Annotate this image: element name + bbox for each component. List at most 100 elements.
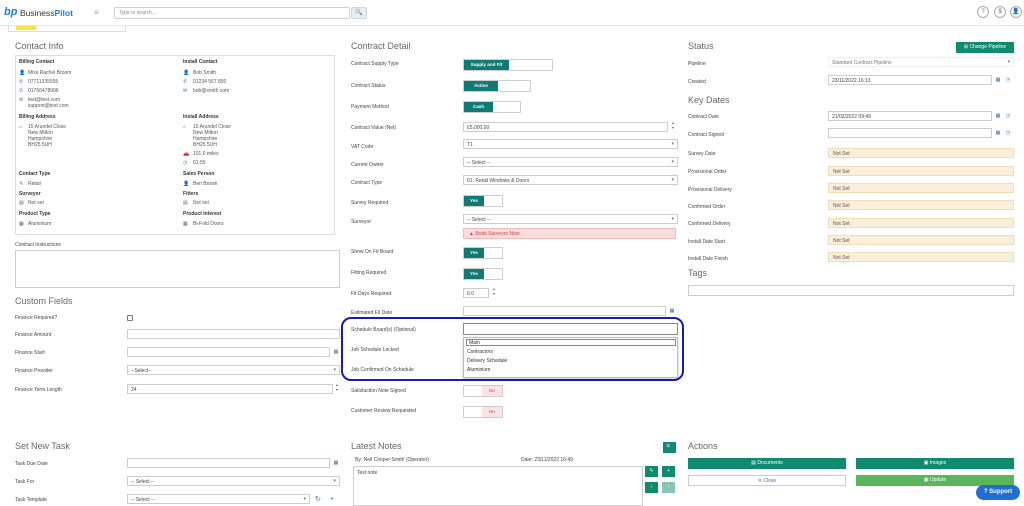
contract-type-label: Contract Type: [351, 180, 383, 186]
email-icon: ✉: [19, 97, 24, 103]
contract-value-field[interactable]: £5,000.00: [463, 122, 668, 132]
dropdown-option-contractors[interactable]: Contractors: [467, 349, 493, 355]
payment-method-value: Cash: [464, 102, 493, 112]
fitting-required-toggle[interactable]: Yes: [463, 268, 503, 280]
install-distance: 101.0 miles: [193, 151, 219, 157]
calendar-icon[interactable]: ▦: [994, 76, 1002, 85]
contact-type-heading: Contact Type: [19, 171, 51, 177]
contract-signed-field[interactable]: [828, 128, 992, 138]
dropdown-option-main[interactable]: Main: [466, 339, 676, 346]
support-label: Support: [989, 489, 1013, 495]
survey-required-toggle[interactable]: Yes: [463, 195, 503, 207]
stepper-icon[interactable]: ▲ ▼: [334, 383, 340, 395]
satisfaction-value: No: [482, 386, 502, 396]
fit-days-field[interactable]: 0.0: [463, 288, 489, 298]
provisional-order-value[interactable]: Not Set: [828, 166, 1014, 176]
calendar-icon[interactable]: ▦: [332, 459, 340, 468]
refresh-icon[interactable]: ↻: [314, 495, 322, 504]
survey-date-value[interactable]: Not Set: [828, 148, 1014, 158]
clock-icon[interactable]: ◷: [1004, 129, 1012, 138]
vat-code-select[interactable]: T1: [463, 139, 678, 149]
support-button[interactable]: ? Support: [976, 485, 1020, 500]
task-template-select[interactable]: -- Select --: [127, 494, 310, 504]
documents-button[interactable]: ▤ Documents: [688, 458, 846, 469]
note-textarea[interactable]: Test note: [353, 466, 643, 506]
task-due-date-field[interactable]: [127, 458, 330, 468]
billing-phone2[interactable]: 01766478996: [28, 88, 59, 94]
dropdown-option-delivery[interactable]: Delivery Schedule: [467, 358, 507, 364]
satisfaction-label: Satisfaction Note Signed: [351, 388, 406, 394]
finance-required-checkbox[interactable]: [127, 315, 133, 321]
close-button[interactable]: ✕ Close: [688, 475, 846, 486]
change-pipeline-button[interactable]: ⊞ Change Pipeline: [956, 42, 1014, 53]
help-icon[interactable]: ?: [977, 6, 989, 18]
install-finish-value[interactable]: Not Set: [828, 252, 1014, 262]
search-notes-button[interactable]: 🔍: [663, 442, 676, 453]
user-icon[interactable]: 👤: [1010, 6, 1022, 18]
surveyor-select[interactable]: -- Select --: [463, 214, 678, 224]
show-fit-board-toggle[interactable]: Yes: [463, 247, 503, 259]
images-button[interactable]: ▣ Images: [856, 458, 1014, 469]
dropdown-option-aluminium[interactable]: Aluminium: [467, 367, 490, 373]
add-icon[interactable]: +: [328, 495, 336, 504]
clock-icon[interactable]: ◷: [1004, 112, 1012, 121]
created-field[interactable]: 23/11/2022 16:13: [828, 75, 992, 85]
logo-mark[interactable]: bp: [4, 6, 17, 18]
product-type-value: Aluminium: [28, 221, 52, 227]
book-surveyor-alert[interactable]: ▲ Book Surveyor Now: [463, 228, 676, 239]
finance-term-field[interactable]: 24: [127, 384, 333, 394]
install-start-value[interactable]: Not Set: [828, 235, 1014, 245]
tags-input[interactable]: [688, 285, 1014, 296]
satisfaction-toggle[interactable]: No: [463, 385, 503, 397]
search-icon[interactable]: 🔍: [351, 7, 367, 19]
contract-detail-title: Contract Detail: [351, 41, 411, 51]
contract-date-field[interactable]: 21/02/2022 09:49: [828, 111, 992, 121]
install-address-heading: Install Address: [183, 114, 219, 120]
provisional-delivery-value[interactable]: Not Set: [828, 183, 1014, 193]
payment-method-toggle[interactable]: Cash: [463, 101, 521, 113]
task-due-date-label: Task Due Date: [15, 461, 48, 467]
logo-text[interactable]: BusinessPilot: [20, 8, 73, 18]
billing-email2[interactable]: support@test.com: [28, 103, 69, 109]
finance-start-field[interactable]: [127, 347, 330, 357]
stepper-icon[interactable]: ▲ ▼: [491, 287, 497, 299]
billing-phone1[interactable]: 07711335555: [28, 79, 58, 85]
add-note-button[interactable]: +: [662, 466, 675, 477]
provisional-order-label: Provisional Order: [688, 169, 727, 175]
id-card-icon: ▤: [19, 200, 24, 206]
menu-icon[interactable]: ≡: [94, 8, 103, 17]
confirmed-delivery-value[interactable]: Not Set: [828, 218, 1014, 228]
calendar-icon[interactable]: ▦: [994, 112, 1002, 121]
supply-type-toggle[interactable]: Supply and Fit: [463, 59, 553, 71]
stepper-icon[interactable]: ▲ ▼: [670, 121, 676, 133]
review-requested-toggle[interactable]: No: [463, 406, 503, 418]
contact-info-title: Contact Info: [15, 41, 64, 51]
edit-note-button[interactable]: ✎: [645, 466, 658, 477]
calendar-icon[interactable]: ▦: [668, 307, 676, 316]
schedule-boards-input[interactable]: [463, 323, 678, 335]
pipeline-select[interactable]: Standard Contract Pipeline: [828, 57, 1014, 67]
install-address-line4: BH25 5UH: [193, 142, 217, 148]
estimated-fit-field[interactable]: [463, 306, 666, 316]
calendar-icon[interactable]: ▦: [332, 348, 340, 357]
install-email[interactable]: bob@smith.com: [193, 88, 229, 94]
provisional-delivery-label: Provisional Delivery: [688, 187, 732, 193]
install-phone[interactable]: 01234 567 890: [193, 79, 226, 85]
survey-required-value: Yes: [464, 196, 484, 206]
review-requested-label: Customer Review Requested: [351, 408, 417, 414]
calendar-icon[interactable]: ▦: [994, 129, 1002, 138]
search-input[interactable]: Type to search...: [114, 7, 350, 19]
finance-amount-field[interactable]: [127, 329, 340, 339]
clock-icon[interactable]: ◷: [1004, 76, 1012, 85]
finance-provider-select[interactable]: --Select--: [127, 365, 340, 375]
confirmed-order-value[interactable]: Not Set: [828, 200, 1014, 210]
phone-icon: ✆: [19, 79, 24, 85]
dollar-icon[interactable]: $: [994, 6, 1006, 18]
contract-instructions-field[interactable]: [15, 250, 340, 288]
contract-type-select[interactable]: 01. Retail Windows & Doors: [463, 175, 678, 185]
next-note-button[interactable]: ›: [662, 482, 675, 493]
task-for-select[interactable]: -- Select --: [127, 476, 340, 486]
current-owner-select[interactable]: -- Select --: [463, 157, 678, 167]
prev-note-button[interactable]: ‹: [645, 482, 658, 493]
contract-status-toggle[interactable]: Active: [463, 80, 531, 92]
